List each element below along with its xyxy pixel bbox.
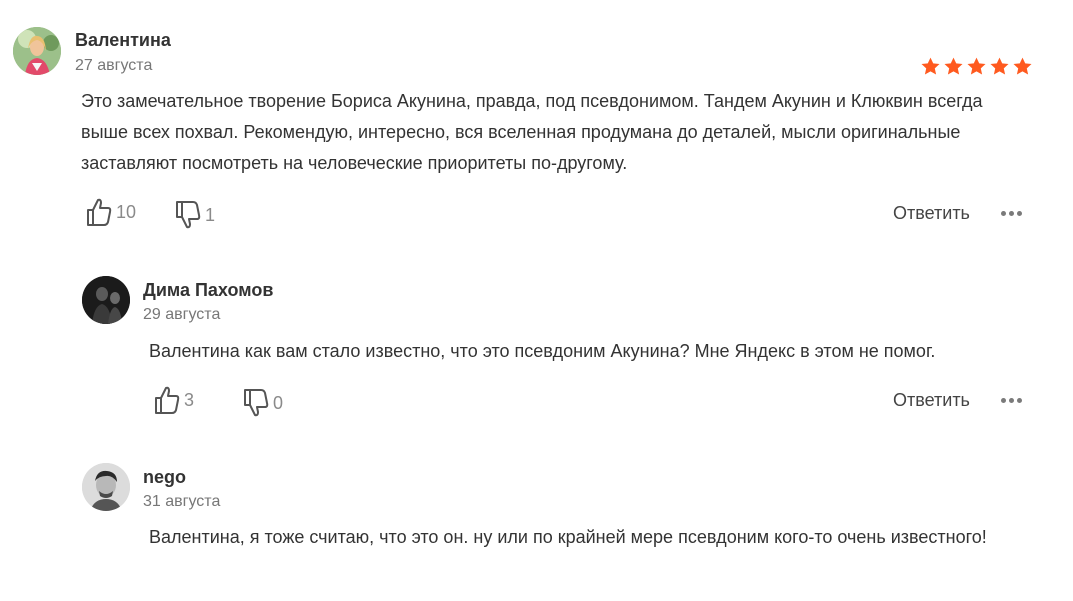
avatar[interactable] — [13, 27, 61, 75]
rating-stars — [920, 56, 1033, 77]
avatar[interactable] — [82, 463, 130, 511]
star-icon — [944, 57, 963, 75]
review-text: Это замечательное творение Бориса Акунин… — [81, 91, 983, 173]
reviews-page: Валентина 27 августа Это замечательное т… — [0, 0, 1073, 601]
reply-button[interactable]: Ответить — [893, 390, 970, 411]
author-name[interactable]: Валентина — [75, 30, 171, 51]
review-date: 27 августа — [75, 57, 153, 74]
dislike-count: 1 — [205, 204, 216, 225]
author-name[interactable]: Дима Пахомов — [143, 280, 273, 301]
thumbs-up-icon — [86, 197, 112, 227]
author-name[interactable]: nego — [143, 467, 186, 488]
thumbs-down-icon — [175, 200, 201, 230]
comment-text: Валентина, я тоже считаю, что это он. ну… — [149, 527, 987, 547]
star-icon — [990, 57, 1009, 75]
more-options-button[interactable] — [1001, 395, 1022, 405]
dislike-count: 0 — [273, 392, 284, 413]
comment-date: 29 августа — [143, 306, 221, 323]
star-icon — [1013, 57, 1032, 75]
comment-text: Валентина как вам стало известно, что эт… — [149, 341, 936, 361]
more-dots-icon — [1001, 210, 1006, 216]
thumbs-down-icon — [243, 388, 269, 418]
avatar[interactable] — [82, 276, 130, 324]
thumbs-up-icon — [154, 385, 180, 415]
more-dots-icon — [1001, 397, 1006, 403]
more-options-button[interactable] — [1001, 208, 1022, 218]
star-icon — [967, 57, 986, 75]
like-count: 3 — [184, 389, 195, 410]
like-count: 10 — [116, 201, 137, 222]
dislike-button[interactable]: 1 — [175, 199, 215, 231]
like-button[interactable]: 3 — [154, 384, 194, 416]
comment-date: 31 августа — [143, 493, 221, 510]
like-button[interactable]: 10 — [86, 196, 136, 228]
star-icon — [921, 57, 940, 75]
dislike-button[interactable]: 0 — [243, 387, 283, 419]
reply-button[interactable]: Ответить — [893, 203, 970, 224]
